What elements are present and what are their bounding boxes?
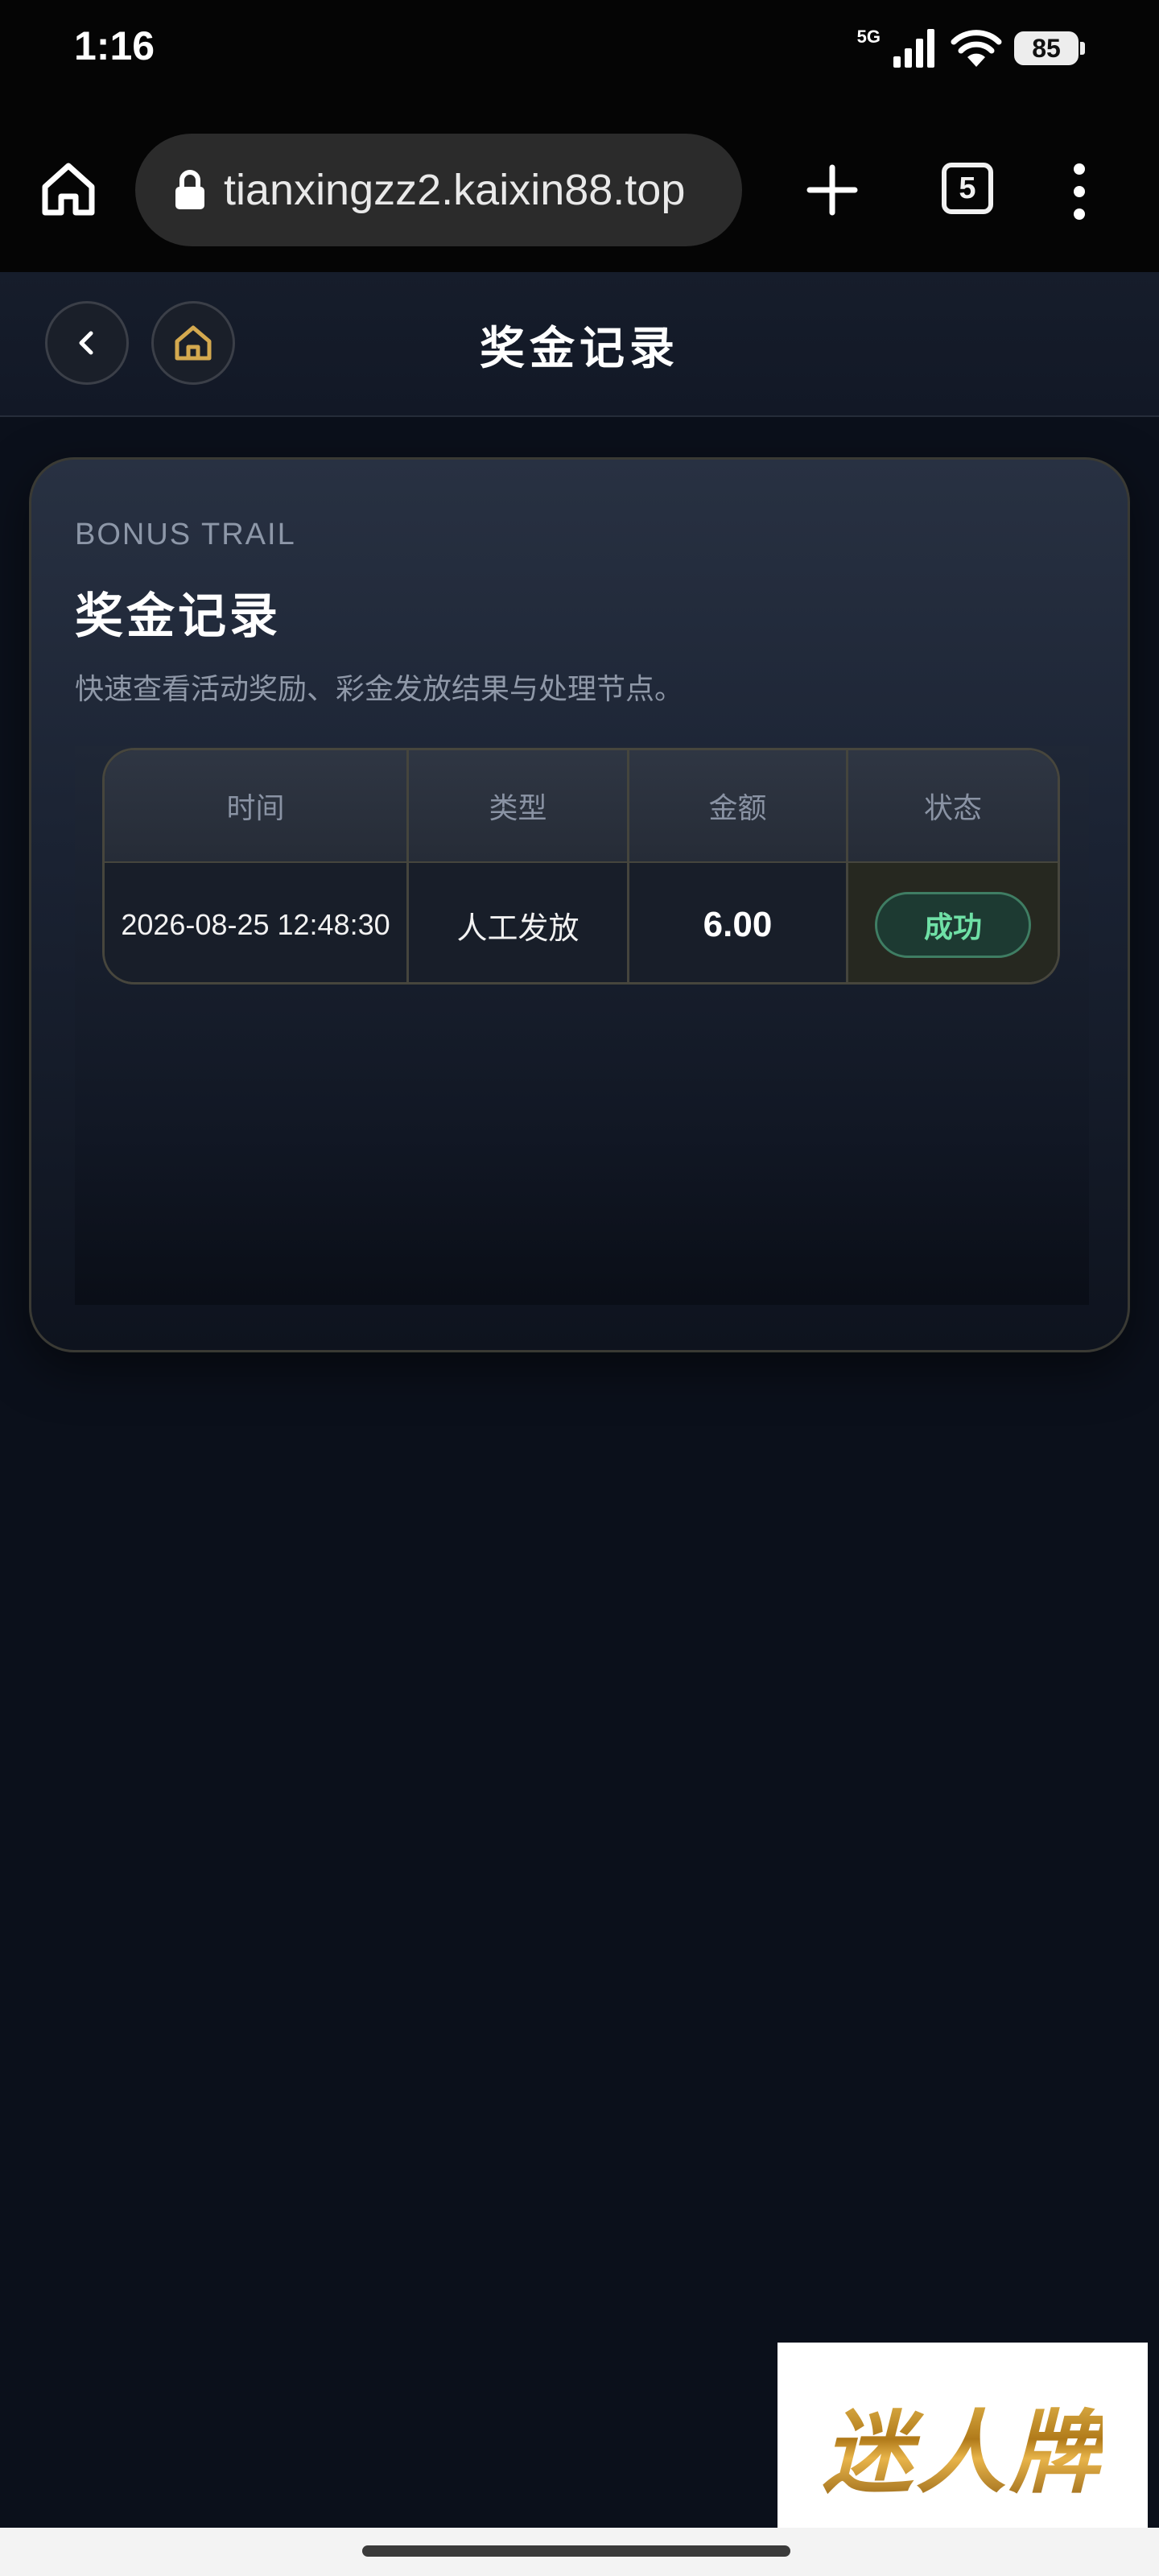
page-title: 奖金记录 xyxy=(480,323,679,375)
address-bar[interactable]: tianxingzz2.kaixin88.top xyxy=(135,134,742,246)
cell-amount: 6.00 xyxy=(629,863,848,982)
status-badge: 成功 xyxy=(875,892,1031,958)
cell-time: 2026-08-25 12:48:30 xyxy=(105,863,409,982)
home-icon[interactable] xyxy=(39,159,98,219)
table-row: 2026-08-25 12:48:30 人工发放 6.00 成功 xyxy=(105,863,1058,982)
table-header: 时间 类型 金额 状态 xyxy=(105,750,1058,863)
card-description: 快速查看活动奖励、彩金发放结果与处理节点。 xyxy=(75,673,684,706)
card-title: 奖金记录 xyxy=(75,588,281,645)
new-tab-plus-icon[interactable] xyxy=(805,163,860,217)
wifi-icon xyxy=(951,30,1002,67)
gesture-bar xyxy=(0,2528,1159,2576)
cell-type: 人工发放 xyxy=(409,863,629,982)
network-type: 5G xyxy=(856,27,881,47)
kebab-menu-icon[interactable] xyxy=(1067,161,1091,222)
column-header-type: 类型 xyxy=(409,750,629,861)
gesture-handle[interactable] xyxy=(362,2545,790,2557)
column-header-amount: 金额 xyxy=(629,750,848,861)
page-header: 奖金记录 xyxy=(0,272,1159,417)
browser-toolbar: tianxingzz2.kaixin88.top 5 xyxy=(0,105,1159,272)
card-eyebrow: BONUS TRAIL xyxy=(75,518,296,551)
column-header-status: 状态 xyxy=(923,792,982,825)
cell-status: 成功 xyxy=(848,863,1058,982)
status-icons: 5G 85 xyxy=(856,24,1085,72)
bonus-table: 时间 类型 金额 状态 2026-08-25 12:48:30 人工发放 6.0… xyxy=(102,748,1060,985)
status-bar: 1:16 5G 85 xyxy=(0,0,1159,105)
table-scroll-area[interactable]: 时间 类型 金额 状态 2026-08-25 12:48:30 人工发放 6.0… xyxy=(75,746,1089,1305)
watermark-logo: 迷人牌 xyxy=(777,2343,1148,2549)
column-header-time: 时间 xyxy=(105,750,409,861)
signal-icon xyxy=(893,29,934,68)
watermark-text: 迷人牌 xyxy=(823,2380,1103,2511)
lock-icon xyxy=(175,170,204,209)
status-time: 1:16 xyxy=(74,23,155,68)
tabs-count-button[interactable]: 5 xyxy=(942,163,993,214)
battery-indicator: 85 xyxy=(1014,31,1085,65)
bonus-record-card: BONUS TRAIL 奖金记录 快速查看活动奖励、彩金发放结果与处理节点。 时… xyxy=(29,457,1130,1352)
url-text: tianxingzz2.kaixin88.top xyxy=(224,166,686,214)
